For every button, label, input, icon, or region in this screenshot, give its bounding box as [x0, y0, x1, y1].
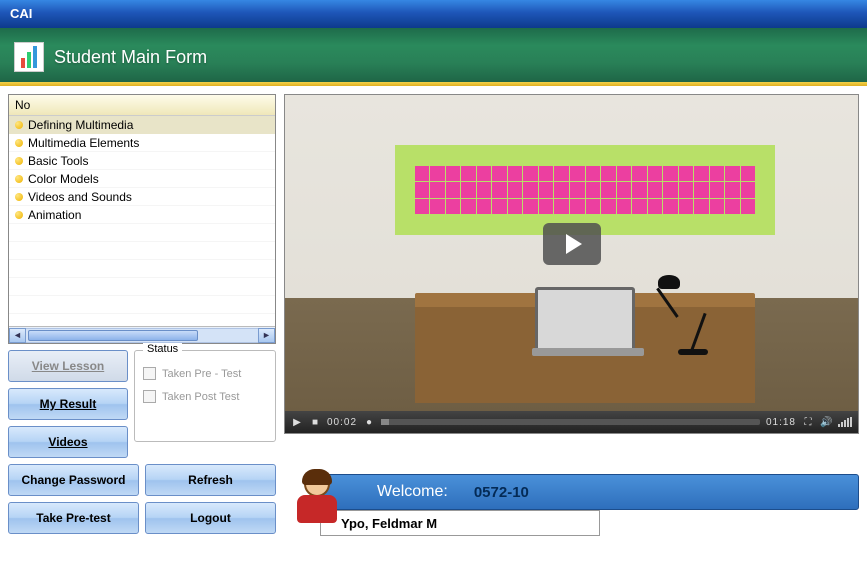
header-banner: Student Main Form: [0, 28, 867, 86]
my-result-button[interactable]: My Result: [8, 388, 128, 420]
student-name: Ypo, Feldmar M: [341, 516, 437, 531]
pretest-checkbox: [143, 367, 156, 380]
view-lesson-button[interactable]: View Lesson: [8, 350, 128, 382]
welcome-bar: Welcome: 0572-10: [320, 474, 859, 510]
lesson-label: Basic Tools: [28, 152, 88, 170]
lesson-row[interactable]: Basic Tools: [9, 152, 275, 170]
laptop-graphic: [535, 287, 635, 351]
video-player[interactable]: ▶ ■ 00:02 ● 01:18 ⛶ 🔊: [284, 94, 859, 434]
lessons-body: Defining Multimedia Multimedia Elements …: [9, 116, 275, 326]
posttest-label: Taken Post Test: [162, 391, 239, 403]
window-title: CAI: [10, 6, 32, 21]
pretest-label: Taken Pre - Test: [162, 368, 241, 380]
change-password-button[interactable]: Change Password: [8, 464, 139, 496]
lesson-label: Videos and Sounds: [28, 188, 132, 206]
student-id: 0572-10: [474, 484, 529, 501]
welcome-label: Welcome:: [377, 483, 448, 501]
lesson-row[interactable]: Videos and Sounds: [9, 188, 275, 206]
bullet-icon: [15, 193, 23, 201]
lesson-label: Color Models: [28, 170, 99, 188]
fullscreen-button[interactable]: ⛶: [802, 417, 814, 428]
bullet-icon: [15, 139, 23, 147]
scroll-right-arrow[interactable]: ►: [258, 328, 275, 343]
play-icon[interactable]: [543, 223, 601, 265]
bullet-icon: [15, 211, 23, 219]
bullet-icon: [15, 157, 23, 165]
horizontal-scrollbar[interactable]: ◄ ►: [9, 326, 275, 343]
mute-button[interactable]: 🔊: [820, 417, 832, 428]
logout-button[interactable]: Logout: [145, 502, 276, 534]
play-pause-button[interactable]: ▶: [291, 417, 303, 428]
lesson-row[interactable]: Color Models: [9, 170, 275, 188]
take-pretest-button[interactable]: Take Pre-test: [8, 502, 139, 534]
avatar-icon: [291, 471, 343, 531]
lesson-label: Multimedia Elements: [28, 134, 139, 152]
current-time: 00:02: [327, 417, 357, 428]
lesson-row[interactable]: Defining Multimedia: [9, 116, 275, 134]
refresh-button[interactable]: Refresh: [145, 464, 276, 496]
chart-icon: [14, 42, 44, 72]
posttest-status-row: Taken Post Test: [143, 390, 267, 403]
seek-track[interactable]: [381, 419, 760, 425]
status-legend: Status: [143, 343, 182, 355]
lesson-label: Animation: [28, 206, 81, 224]
scroll-track[interactable]: [26, 328, 258, 343]
scroll-thumb[interactable]: [28, 330, 198, 341]
volume-indicator[interactable]: [838, 417, 852, 427]
stop-button[interactable]: ■: [309, 417, 321, 428]
lessons-column-header[interactable]: No: [9, 95, 275, 116]
seek-handle-icon[interactable]: ●: [363, 417, 375, 428]
status-group: Status Taken Pre - Test Taken Post Test: [134, 350, 276, 442]
lesson-label: Defining Multimedia: [28, 116, 133, 134]
lesson-row[interactable]: Animation: [9, 206, 275, 224]
lessons-list: No Defining Multimedia Multimedia Elemen…: [8, 94, 276, 344]
window-titlebar: CAI: [0, 0, 867, 28]
posttest-checkbox: [143, 390, 156, 403]
page-title: Student Main Form: [54, 47, 207, 68]
pretest-status-row: Taken Pre - Test: [143, 367, 267, 380]
scroll-left-arrow[interactable]: ◄: [9, 328, 26, 343]
poster-board: [395, 145, 775, 235]
bullet-icon: [15, 121, 23, 129]
student-name-box: Ypo, Feldmar M: [320, 510, 600, 536]
videos-button[interactable]: Videos: [8, 426, 128, 458]
total-time: 01:18: [766, 417, 796, 428]
video-controls: ▶ ■ 00:02 ● 01:18 ⛶ 🔊: [285, 411, 858, 433]
lesson-row[interactable]: Multimedia Elements: [9, 134, 275, 152]
lamp-graphic: [658, 275, 718, 355]
bullet-icon: [15, 175, 23, 183]
